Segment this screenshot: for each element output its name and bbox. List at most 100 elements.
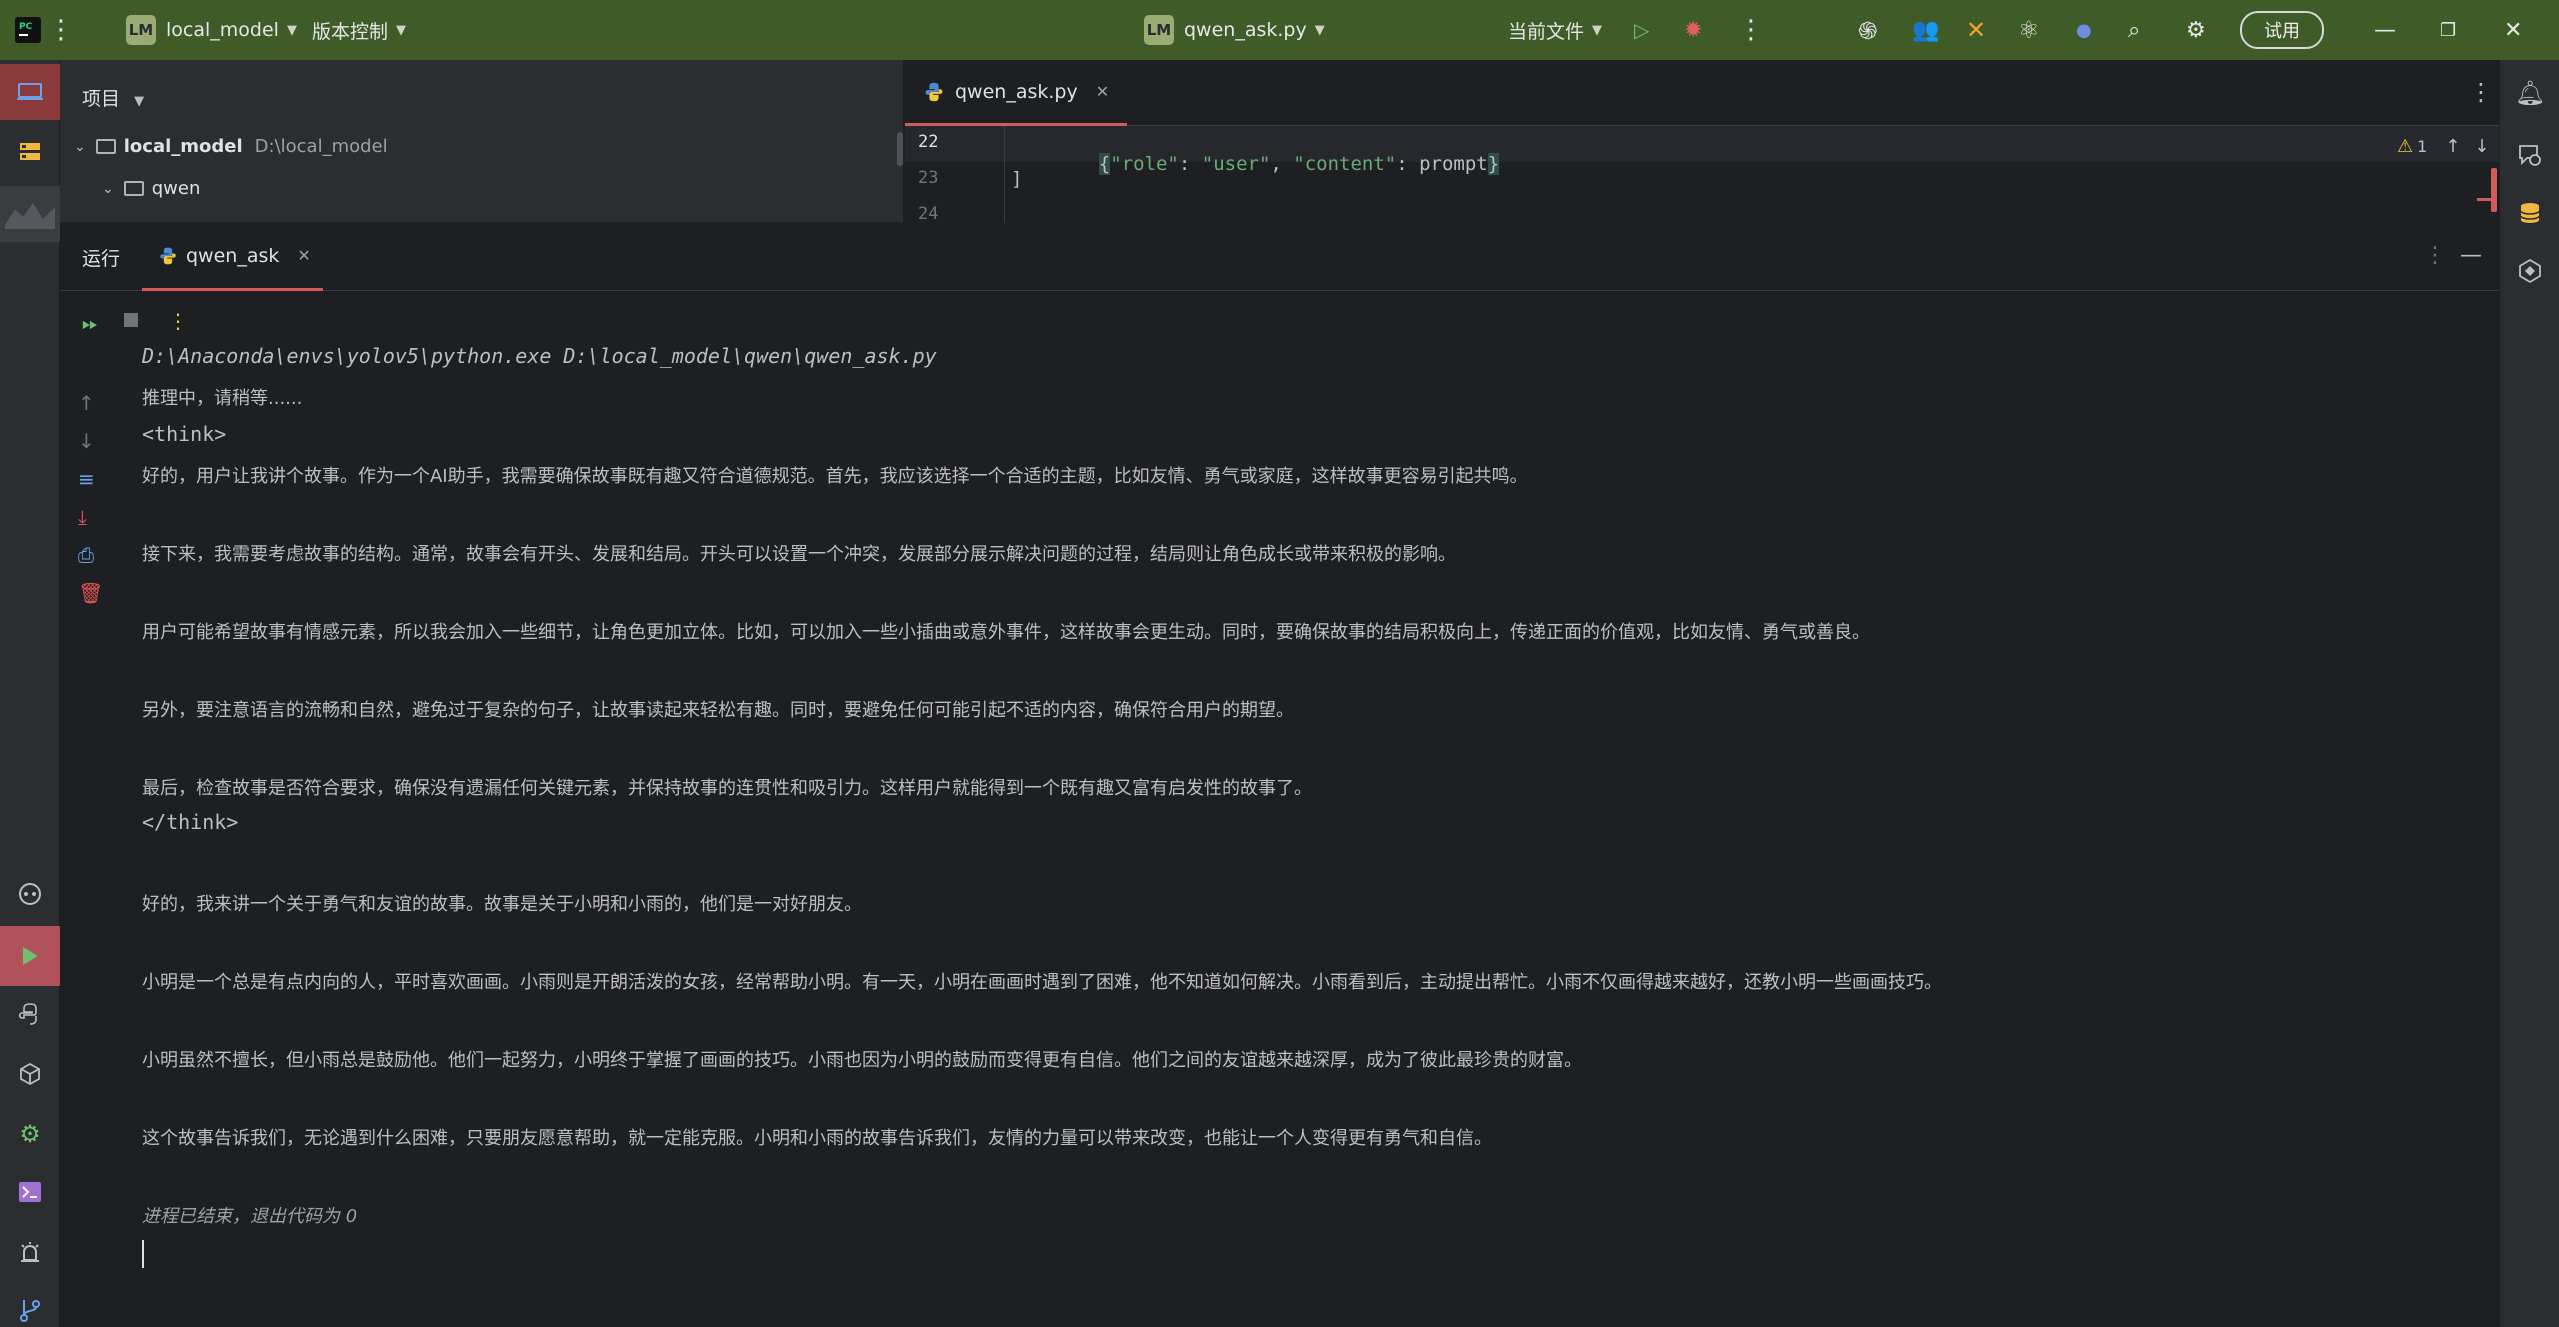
console-line: 另外，要注意语言的流畅和自然，避免过于复杂的句子，让故事读起来轻松有趣。同时，要…: [142, 700, 1294, 721]
more-options-icon[interactable]: ⋮: [168, 309, 188, 333]
arrow-down-icon[interactable]: ↓: [2474, 136, 2489, 157]
rerun-icon[interactable]: ⏩︎: [82, 311, 98, 335]
run-icon[interactable]: ▷: [1634, 0, 1649, 60]
trash-icon[interactable]: 🗑︎: [78, 581, 103, 605]
services-icon[interactable]: ⚙: [0, 1106, 60, 1162]
brace-close: }: [1487, 153, 1500, 175]
tree-row-child[interactable]: ⌄ qwen: [102, 178, 200, 199]
folder-icon: [123, 181, 144, 196]
console-line: 用户可能希望故事有情感元素，所以我会加入一些细节，让角色更加立体。比如，可以加入…: [142, 622, 1870, 643]
console-line: 小明是一个总是有点内向的人，平时喜欢画画。小雨则是开朗活泼的女孩，经常帮助小明。…: [142, 972, 1942, 993]
console-line: 最后，检查故事是否符合要求，确保没有遗漏任何关键元素，并保持故事的连贯性和吸引力…: [142, 778, 1312, 799]
code-line-22[interactable]: {"role": "user", "content": prompt}: [1053, 131, 1500, 197]
stop-icon[interactable]: [124, 313, 138, 327]
database-icon[interactable]: [2500, 188, 2559, 238]
child-folder-name: qwen: [151, 178, 201, 199]
console-line: </think>: [142, 810, 239, 834]
close-icon[interactable]: ✕: [1096, 82, 1109, 101]
chevron-down-icon: ▼: [1314, 22, 1325, 38]
run-config-selector[interactable]: 当前文件 ▼: [1508, 0, 1602, 60]
code-sep: : prompt: [1396, 153, 1488, 175]
vcs-menu[interactable]: 版本控制 ▼: [312, 0, 406, 60]
run-tab[interactable]: qwen_ask ✕: [142, 223, 323, 291]
console-line: 好的，我来讲一个关于勇气和友谊的故事。故事是关于小明和小雨的，他们是一对好朋友。: [142, 894, 862, 915]
code-sep: :: [1178, 153, 1202, 175]
copilot-icon[interactable]: [0, 866, 60, 922]
arrow-up-icon[interactable]: ↑: [2445, 136, 2460, 157]
editor-tab[interactable]: qwen_ask.py ✕: [905, 60, 1128, 126]
trial-button[interactable]: 试用: [2240, 0, 2324, 60]
str-role: "role": [1110, 153, 1179, 175]
minimize-icon[interactable]: —: [2374, 0, 2396, 60]
left-tool-strip: ⚙: [0, 60, 60, 1327]
run-options-icon[interactable]: ⋮: [2424, 243, 2446, 268]
search-icon[interactable]: ⌕: [2128, 0, 2140, 60]
chevron-down-icon[interactable]: ⌄: [102, 181, 114, 197]
file-selector[interactable]: LM qwen_ask.py ▼: [1144, 0, 1325, 60]
people-icon[interactable]: 👥: [1912, 0, 1939, 60]
project-tool-icon[interactable]: [0, 64, 60, 120]
vcs-label: 版本控制: [312, 20, 389, 43]
tools-icon[interactable]: ✕: [1966, 0, 1986, 60]
arrow-up-icon[interactable]: ↑: [78, 391, 95, 415]
run-config-label: 当前文件: [1508, 20, 1585, 43]
project-name: local_model: [166, 19, 279, 41]
editor-tab-bar: qwen_ask.py ✕ ⋮: [905, 60, 2499, 126]
folder-icon: [95, 139, 116, 154]
right-tool-strip: 🔔︎: [2499, 60, 2559, 1327]
text-cursor: [142, 1240, 144, 1268]
project-panel: 项目 ▼ ⌄ local_model D:\local_model ⌄ qwen: [60, 60, 903, 223]
run-label: 运行: [82, 223, 120, 291]
scrollbar-thumb[interactable]: [897, 132, 903, 166]
python-console-icon[interactable]: [0, 986, 60, 1042]
spiral-icon[interactable]: ֍: [1858, 0, 1878, 60]
ai-chat-icon[interactable]: [2500, 130, 2559, 180]
chevron-down-icon: ▼: [1592, 22, 1603, 38]
git-icon[interactable]: [0, 1282, 60, 1327]
tree-row-root[interactable]: ⌄ local_model D:\local_model: [74, 136, 388, 157]
sciview-icon[interactable]: [2500, 246, 2559, 296]
inspection-widget[interactable]: ⚠ 1 ↑ ↓: [2397, 136, 2490, 157]
close-icon[interactable]: ✕: [297, 246, 310, 265]
packages-icon[interactable]: [0, 1046, 60, 1102]
error-stripe-marker[interactable]: [2491, 168, 2497, 212]
scroll-to-end-icon[interactable]: ⤓: [78, 505, 87, 529]
more-actions-icon[interactable]: ⋮: [1738, 0, 1764, 60]
root-folder-path: D:\local_model: [254, 136, 388, 157]
chevron-down-icon[interactable]: ⌄: [74, 139, 86, 155]
app-logo-icon[interactable]: PC: [14, 0, 42, 60]
error-stripe-mark: [2477, 198, 2497, 201]
run-tool-icon[interactable]: [0, 926, 60, 986]
editor-gutter: 22 23 24: [905, 126, 1005, 223]
maximize-icon[interactable]: ❐: [2440, 0, 2456, 60]
atom-icon[interactable]: ⚛: [2018, 0, 2040, 60]
line-number: 23: [918, 168, 939, 188]
print-icon[interactable]: ⎙: [78, 543, 94, 567]
console-line: 接下来，我需要考虑故事的结构。通常，故事会有开头、发展和结局。开头可以设置一个冲…: [142, 544, 1456, 565]
str-user: "user": [1201, 153, 1271, 175]
chevron-down-icon: ▼: [396, 22, 407, 38]
soft-wrap-icon[interactable]: ≡: [78, 467, 95, 491]
preview-thumbnail: [0, 186, 60, 242]
project-selector[interactable]: LM local_model ▼: [126, 0, 297, 60]
title-bar: PC ⋮ LM local_model ▼ 版本控制 ▼ LM qwen_ask…: [0, 0, 2559, 60]
settings-icon[interactable]: ⚙: [2186, 0, 2206, 60]
console-line: <think>: [142, 422, 227, 446]
notifications-icon[interactable]: 🔔︎: [2500, 68, 2559, 118]
hide-panel-icon[interactable]: —: [2460, 243, 2482, 268]
trial-label: 试用: [2240, 11, 2324, 49]
project-badge: LM: [126, 15, 156, 45]
code-line-23[interactable]: ]: [1011, 168, 1022, 190]
debug-icon[interactable]: ✹: [1684, 0, 1702, 60]
close-icon[interactable]: ✕: [2504, 0, 2522, 60]
project-panel-header[interactable]: 项目 ▼: [82, 84, 144, 111]
editor-more-icon[interactable]: ⋮: [2469, 78, 2493, 106]
console-line: 好的，用户让我讲个故事。作为一个AI助手，我需要确保故事既有趣又符合道德规范。首…: [142, 466, 1528, 487]
dot-icon[interactable]: ●: [2076, 0, 2092, 60]
console-line: 这个故事告诉我们，无论遇到什么困难，只要朋友愿意帮助，就一定能克服。小明和小雨的…: [142, 1128, 1492, 1149]
arrow-down-icon[interactable]: ↓: [78, 429, 95, 453]
terminal-icon[interactable]: [0, 1164, 60, 1220]
problems-icon[interactable]: [0, 1224, 60, 1280]
structure-icon[interactable]: [0, 124, 60, 180]
main-menu-icon[interactable]: ⋮: [48, 0, 74, 60]
